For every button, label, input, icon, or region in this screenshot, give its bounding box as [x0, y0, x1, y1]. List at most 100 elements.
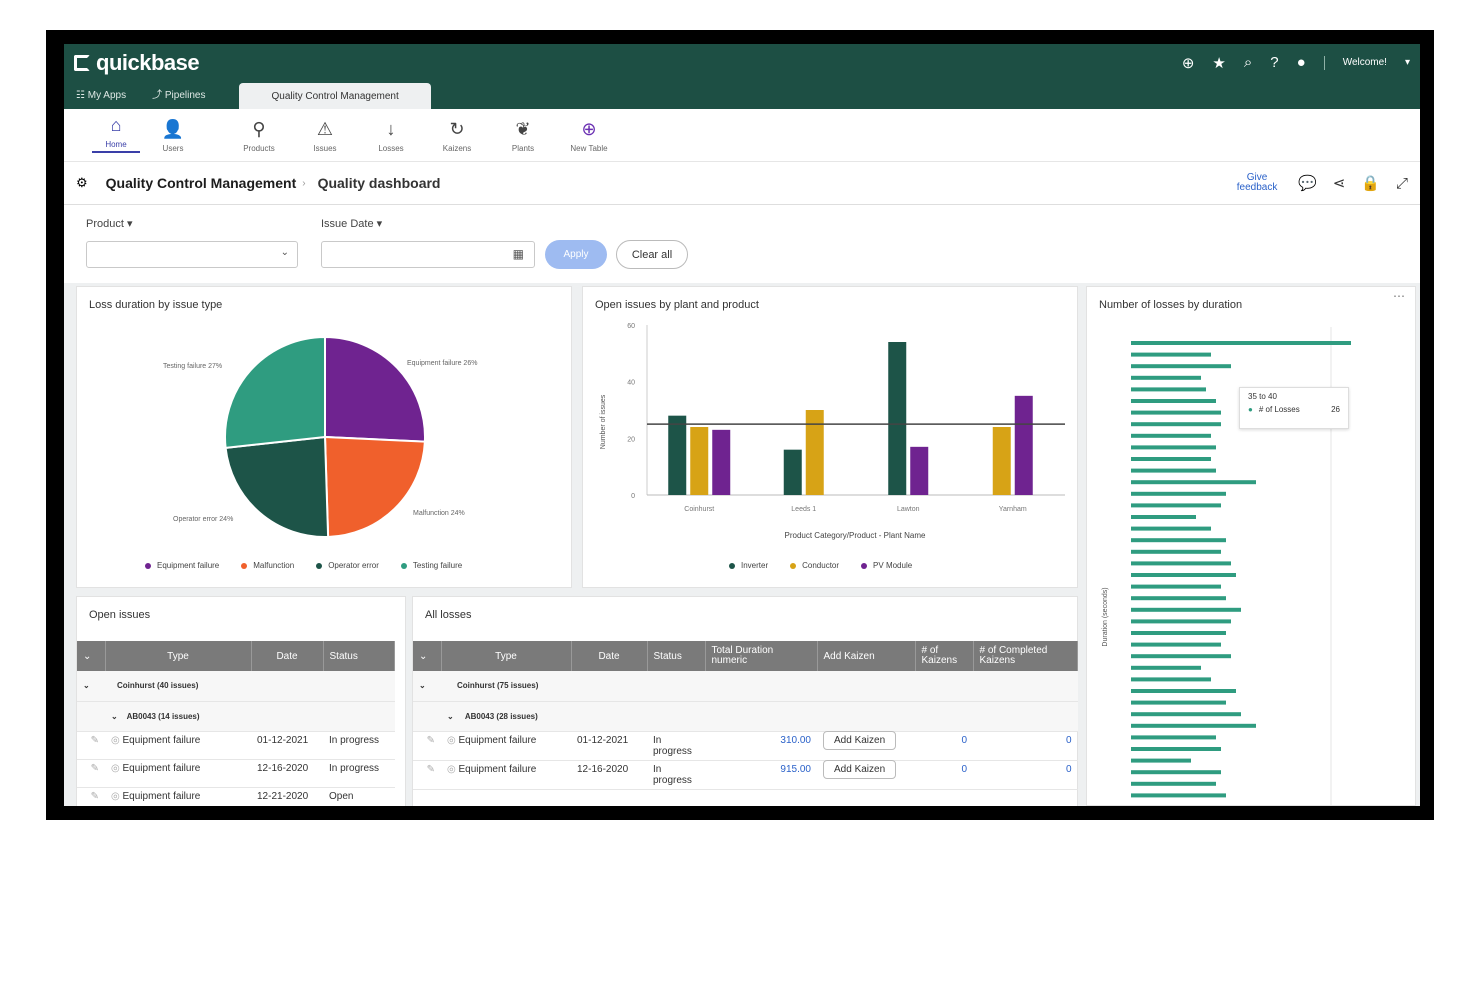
- table-users[interactable]: 👤 Users: [140, 119, 206, 153]
- col-status[interactable]: Status: [323, 641, 395, 671]
- pie-slice-testing-failure[interactable]: [224, 335, 326, 449]
- bar-coinhurst-inverter[interactable]: [668, 415, 687, 495]
- bar-coinhurst-pv-module[interactable]: [712, 429, 731, 495]
- quickbase-logo[interactable]: quickbase: [74, 50, 200, 76]
- issue-date-input[interactable]: ▦: [321, 241, 535, 268]
- hbar-bar[interactable]: [1131, 526, 1211, 531]
- edit-icon[interactable]: ✎: [77, 787, 105, 806]
- apply-button[interactable]: Apply: [545, 240, 607, 269]
- hbar-bar[interactable]: [1131, 747, 1221, 751]
- legend-equipment-failure[interactable]: Equipment failure: [145, 561, 219, 570]
- hbar-bar[interactable]: [1131, 631, 1226, 635]
- edit-icon[interactable]: ✎: [413, 731, 441, 761]
- bar-coinhurst-conductor[interactable]: [690, 427, 709, 495]
- subgroup-row[interactable]: ⌄ AB0043 (28 issues): [413, 701, 1078, 732]
- legend-pv-module[interactable]: PV Module: [861, 561, 912, 570]
- table-losses[interactable]: ↓ Losses: [358, 119, 424, 153]
- collapse-all-icon[interactable]: ⌄: [413, 641, 442, 671]
- gear-icon[interactable]: ⚙: [76, 175, 88, 191]
- hbar-bar[interactable]: [1131, 480, 1256, 485]
- comment-icon[interactable]: 💬: [1298, 174, 1317, 192]
- col-date[interactable]: Date: [251, 641, 324, 671]
- edit-icon[interactable]: ✎: [413, 760, 441, 790]
- hbar-bar[interactable]: [1131, 665, 1201, 670]
- group-row[interactable]: ⌄ Coinhurst (40 issues): [77, 671, 395, 702]
- hbar-bar[interactable]: [1131, 515, 1196, 519]
- table-row[interactable]: ✎ ◎ Equipment failure 01-12-2021 In prog…: [413, 730, 1078, 761]
- add-icon[interactable]: ⊕: [1182, 54, 1195, 72]
- nav-my-apps[interactable]: ☷ My Apps: [76, 90, 152, 109]
- hbar-bar[interactable]: [1131, 422, 1221, 427]
- pie-slice-operator-error[interactable]: [224, 435, 330, 538]
- table-row[interactable]: ✎ ◎ Equipment failure 01-12-2021 In progres…: [77, 731, 395, 760]
- chevron-down-icon[interactable]: ⌄: [111, 712, 118, 721]
- hbar-bar[interactable]: [1131, 352, 1211, 357]
- pie-slice-equipment-failure[interactable]: [324, 335, 426, 443]
- search-icon[interactable]: ⌕: [1244, 54, 1252, 71]
- cell-completed-kaizens[interactable]: 0: [973, 731, 1078, 761]
- edit-icon[interactable]: ✎: [77, 731, 105, 760]
- hbar-bar[interactable]: [1131, 584, 1221, 589]
- table-row[interactable]: ✎ ◎ Equipment failure 12-16-2020 In progres…: [77, 759, 395, 788]
- subgroup-row[interactable]: ⌄ AB0043 (14 issues): [77, 701, 395, 732]
- hbar-bar[interactable]: [1131, 642, 1221, 647]
- hbar-bar[interactable]: [1131, 654, 1231, 659]
- hbar-bar[interactable]: [1131, 375, 1201, 380]
- clear-all-button[interactable]: Clear all: [616, 240, 688, 269]
- table-products[interactable]: ⚲ Products: [226, 119, 292, 153]
- hbar-bar[interactable]: [1131, 433, 1211, 438]
- cell-kaizens[interactable]: 0: [915, 760, 973, 790]
- bar-yarnham-conductor[interactable]: [992, 427, 1011, 495]
- col-kaizens-count[interactable]: # of Kaizens: [915, 641, 974, 671]
- hbar-bar[interactable]: [1131, 561, 1231, 566]
- hbar-bar[interactable]: [1131, 399, 1216, 403]
- view-icon[interactable]: ◎: [111, 791, 120, 802]
- hbar-bar[interactable]: [1131, 445, 1216, 450]
- hbar-bar[interactable]: [1131, 781, 1216, 786]
- col-status[interactable]: Status: [647, 641, 706, 671]
- add-kaizen-button[interactable]: Add Kaizen: [823, 759, 897, 779]
- hbar-bar[interactable]: [1131, 700, 1226, 705]
- legend-malfunction[interactable]: Malfunction: [241, 561, 294, 570]
- group-row[interactable]: ⌄ Coinhurst (75 issues): [413, 671, 1078, 702]
- hbar-bar[interactable]: [1131, 712, 1241, 717]
- table-new-table[interactable]: ⊕ New Table: [556, 119, 622, 153]
- product-select[interactable]: ⌄: [86, 241, 298, 268]
- table-home[interactable]: ⌂ Home: [92, 115, 140, 153]
- hbar-bar[interactable]: [1131, 468, 1216, 473]
- hbar-bar[interactable]: [1131, 607, 1241, 612]
- hbar-bar[interactable]: [1131, 677, 1211, 682]
- chevron-down-icon[interactable]: ⌄: [413, 671, 441, 702]
- hbar-bar[interactable]: [1131, 457, 1211, 461]
- view-icon[interactable]: ◎: [447, 735, 456, 746]
- cell-total-duration[interactable]: 915.00: [705, 760, 817, 790]
- chevron-down-icon[interactable]: ⌄: [77, 671, 105, 702]
- hbar-bar[interactable]: [1131, 793, 1226, 798]
- table-issues[interactable]: ⚠ Issues: [292, 119, 358, 153]
- col-total-duration[interactable]: Total Duration numeric: [705, 641, 818, 671]
- share-icon[interactable]: ⋖: [1333, 174, 1346, 192]
- hbar-bar[interactable]: [1131, 573, 1236, 577]
- bar-leeds-1-inverter[interactable]: [783, 449, 802, 495]
- lock-icon[interactable]: 🔒: [1361, 174, 1380, 192]
- nav-pipelines[interactable]: ⤴ Pipelines: [152, 86, 231, 109]
- hbar-bar[interactable]: [1131, 758, 1191, 763]
- chevron-down-icon[interactable]: ▾: [1405, 57, 1410, 68]
- col-type[interactable]: Type: [441, 641, 572, 671]
- table-row[interactable]: ✎ ◎ Equipment failure 12-21-2020 Open: [77, 787, 395, 806]
- breadcrumb-app[interactable]: Quality Control Management: [106, 175, 297, 191]
- legend-operator-error[interactable]: Operator error: [316, 561, 379, 570]
- star-icon[interactable]: ★: [1212, 54, 1225, 72]
- welcome-menu[interactable]: Welcome!: [1343, 57, 1387, 68]
- cell-total-duration[interactable]: 310.00: [705, 731, 817, 761]
- hbar-bar[interactable]: [1131, 387, 1206, 392]
- hbar-bar[interactable]: [1131, 723, 1256, 728]
- chevron-down-icon[interactable]: ⌄: [447, 712, 454, 721]
- col-type[interactable]: Type: [105, 641, 252, 671]
- cell-kaizens[interactable]: 0: [915, 731, 973, 761]
- hbar-bar[interactable]: [1131, 689, 1236, 693]
- table-plants[interactable]: ❦ Plants: [490, 119, 556, 153]
- hbar-bar[interactable]: [1131, 364, 1231, 369]
- view-icon[interactable]: ◎: [447, 764, 456, 775]
- legend-inverter[interactable]: Inverter: [729, 561, 768, 570]
